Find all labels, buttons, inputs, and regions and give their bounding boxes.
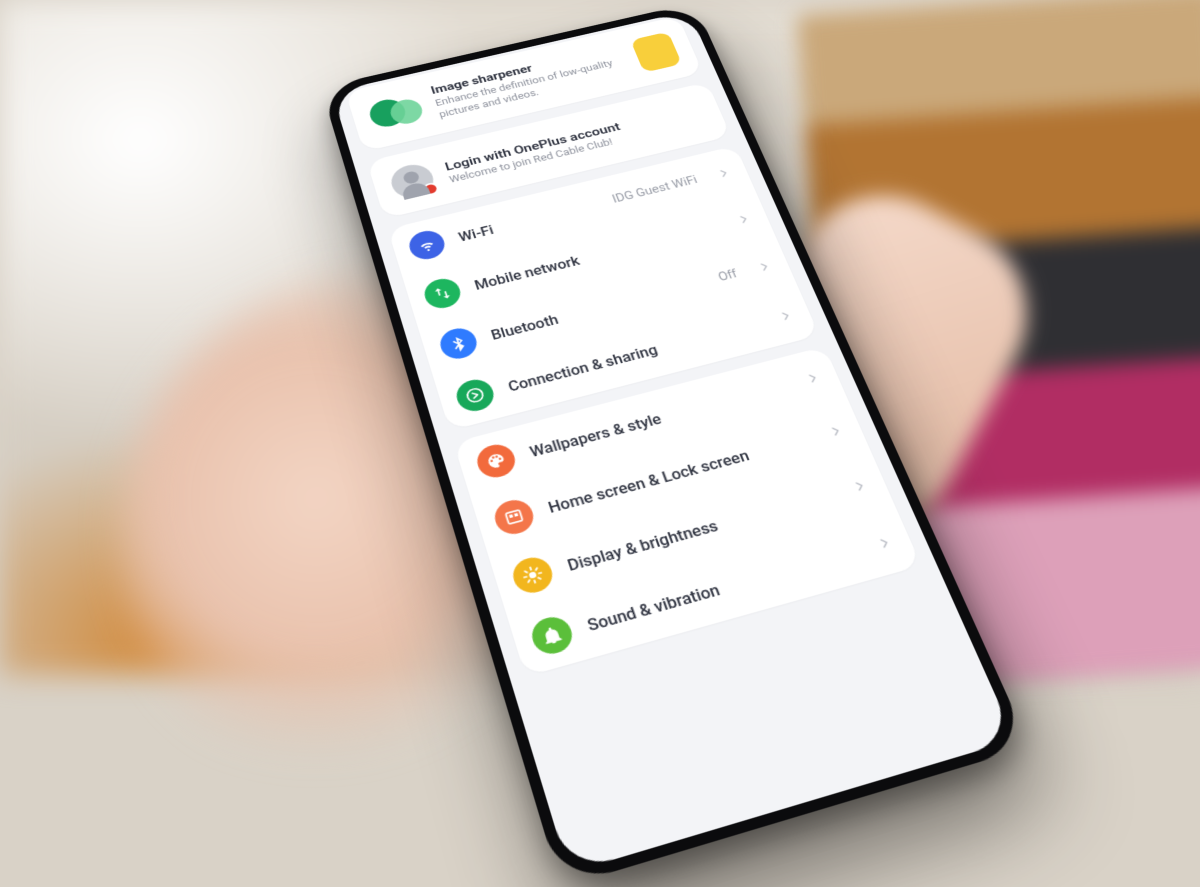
homescreen-icon [491,496,538,538]
display-icon [509,553,557,596]
row-bluetooth-value: Off [716,267,739,284]
chevron-right-icon [776,307,796,323]
chevron-right-icon [825,422,846,440]
row-wifi-value: IDG Guest WiFi [611,173,700,205]
mobile-icon [421,275,464,311]
chevron-right-icon [874,533,896,552]
notification-dot-icon [422,181,440,196]
chevron-right-icon [734,211,754,226]
connshare-icon [453,376,498,415]
wifi-icon [406,227,448,262]
avatar-icon [387,160,438,201]
promo-chip-icon [630,31,682,72]
chevron-right-icon [849,476,871,494]
chevron-right-icon [714,165,733,180]
chevron-right-icon [803,369,824,386]
chevron-right-icon [755,258,775,274]
wallpaper-icon [473,440,519,480]
image-sharpener-icon [365,87,428,136]
sound-icon [528,612,577,657]
bluetooth-icon [437,324,481,361]
